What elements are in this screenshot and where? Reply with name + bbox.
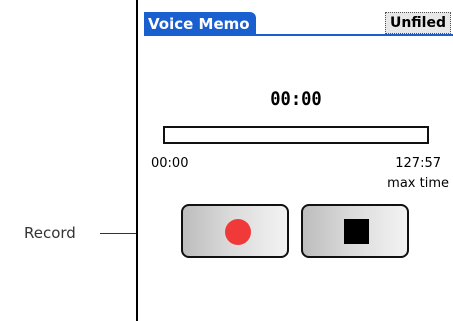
app-title: Voice Memo — [144, 12, 256, 36]
category-picker[interactable]: Unfiled — [384, 12, 451, 34]
voice-memo-screen: Voice Memo Unfiled 00:00 00:00 127:57 ma… — [138, 0, 453, 321]
max-duration-value: 127:57 — [395, 156, 441, 171]
record-callout-label: Record — [24, 224, 76, 242]
start-time-label: 00:00 — [151, 156, 189, 171]
record-dot-icon — [225, 219, 251, 245]
max-time-label: max time — [387, 176, 449, 191]
current-time-display: 00:00 — [270, 88, 322, 110]
title-underline — [144, 34, 453, 36]
stop-button[interactable] — [301, 204, 409, 258]
record-button[interactable] — [181, 204, 289, 258]
recording-progress-bar — [163, 126, 429, 144]
stop-square-icon — [344, 219, 369, 244]
